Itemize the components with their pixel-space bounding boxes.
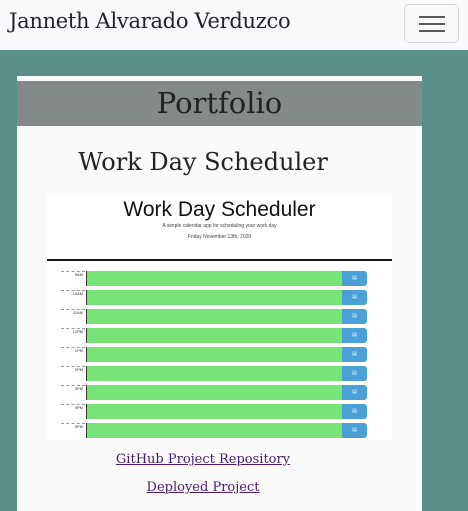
event-field xyxy=(86,309,342,324)
event-field xyxy=(86,404,342,419)
save-icon: ▤ xyxy=(342,347,367,362)
screenshot-divider xyxy=(47,259,392,261)
navbar-brand[interactable]: Janneth Alvarado Verduzco xyxy=(9,9,291,33)
event-field xyxy=(86,366,342,381)
hamburger-menu-icon-bar xyxy=(419,30,445,32)
hour-label: 1PM xyxy=(61,347,85,362)
time-block: 3PM ▤ xyxy=(61,385,367,400)
project-title: Work Day Scheduler xyxy=(78,148,328,176)
time-block: 4PM ▤ xyxy=(61,404,367,419)
save-icon: ▤ xyxy=(342,328,367,343)
time-block: 11AM ▤ xyxy=(61,309,367,324)
navbar: Janneth Alvarado Verduzco xyxy=(0,0,468,50)
hour-label: 9AM xyxy=(61,271,85,286)
event-field xyxy=(86,347,342,362)
save-icon: ▤ xyxy=(342,271,367,286)
deployed-project-link[interactable]: Deployed Project xyxy=(17,480,389,495)
hour-label: 11AM xyxy=(61,309,85,324)
card-header: Portfolio xyxy=(17,81,422,126)
portfolio-card: Portfolio Work Day Scheduler Work Day Sc… xyxy=(17,76,422,511)
hour-label: 4PM xyxy=(61,404,85,419)
time-block: 9AM ▤ xyxy=(61,271,367,286)
hour-label: 3PM xyxy=(61,385,85,400)
save-icon: ▤ xyxy=(342,290,367,305)
screenshot-date: Friday November 13th, 2020 xyxy=(187,234,252,240)
hour-label: 10AM xyxy=(61,290,85,305)
time-block: 5PM ▤ xyxy=(61,423,367,438)
event-field xyxy=(86,328,342,343)
hour-label: 12PM xyxy=(61,328,85,343)
event-field xyxy=(86,385,342,400)
event-field xyxy=(86,290,342,305)
github-repo-link[interactable]: GitHub Project Repository xyxy=(17,452,389,467)
hamburger-menu-icon-bar xyxy=(419,23,445,25)
section-title: Portfolio xyxy=(156,86,283,120)
time-block: 12PM ▤ xyxy=(61,328,367,343)
save-icon: ▤ xyxy=(342,309,367,324)
save-icon: ▤ xyxy=(342,404,367,419)
save-icon: ▤ xyxy=(342,423,367,438)
save-icon: ▤ xyxy=(342,385,367,400)
save-icon: ▤ xyxy=(342,366,367,381)
hour-label: 2PM xyxy=(61,366,85,381)
hour-label: 5PM xyxy=(61,423,85,438)
screenshot-subtitle: A simple calendar app for scheduling you… xyxy=(162,223,277,229)
time-block: 10AM ▤ xyxy=(61,290,367,305)
event-field xyxy=(86,423,342,438)
screenshot-title: Work Day Scheduler xyxy=(123,198,316,221)
time-block: 1PM ▤ xyxy=(61,347,367,362)
project-screenshot: Work Day Scheduler A simple calendar app… xyxy=(47,193,392,440)
time-block: 2PM ▤ xyxy=(61,366,367,381)
event-field xyxy=(86,271,342,286)
navbar-toggler-button[interactable] xyxy=(404,4,459,43)
hamburger-menu-icon xyxy=(419,16,445,18)
